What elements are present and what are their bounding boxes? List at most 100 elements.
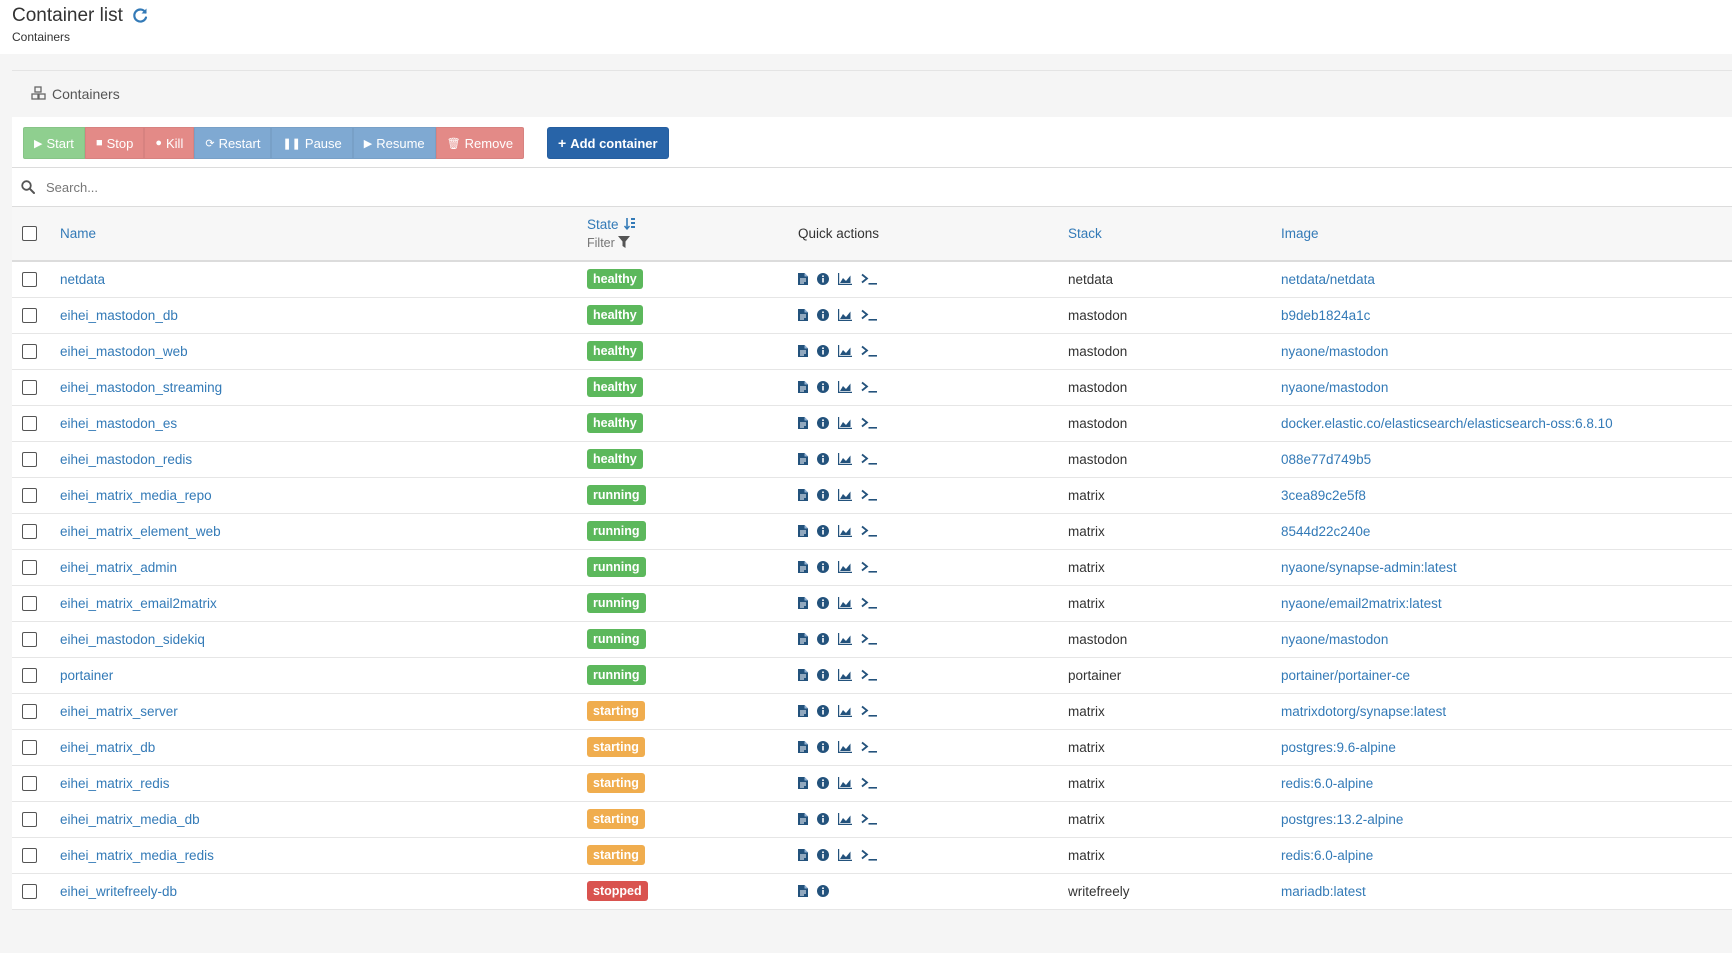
logs-icon[interactable] xyxy=(798,417,808,429)
logs-icon[interactable] xyxy=(798,885,808,897)
inspect-icon[interactable] xyxy=(817,381,829,393)
logs-icon[interactable] xyxy=(798,345,808,357)
inspect-icon[interactable] xyxy=(817,417,829,429)
inspect-icon[interactable] xyxy=(817,453,829,465)
row-select-checkbox[interactable] xyxy=(22,451,37,467)
stats-icon[interactable] xyxy=(838,417,852,429)
stats-icon[interactable] xyxy=(838,813,852,825)
row-select-checkbox[interactable] xyxy=(22,883,37,899)
container-name-link[interactable]: eihei_mastodon_es xyxy=(60,416,177,431)
container-name-link[interactable]: eihei_matrix_db xyxy=(60,740,155,755)
inspect-icon[interactable] xyxy=(817,309,829,321)
resume-button[interactable]: ▶ Resume xyxy=(352,127,436,159)
container-image-link[interactable]: matrixdotorg/synapse:latest xyxy=(1281,704,1446,719)
logs-icon[interactable] xyxy=(798,561,808,573)
row-select-checkbox[interactable] xyxy=(22,595,37,611)
logs-icon[interactable] xyxy=(798,597,808,609)
container-name-link[interactable]: netdata xyxy=(60,272,105,287)
state-sort-header[interactable]: State xyxy=(587,217,796,233)
row-select-checkbox[interactable] xyxy=(22,559,37,575)
console-icon[interactable] xyxy=(861,525,878,537)
stats-icon[interactable] xyxy=(838,489,852,501)
logs-icon[interactable] xyxy=(798,381,808,393)
container-name-link[interactable]: eihei_matrix_media_db xyxy=(60,812,200,827)
inspect-icon[interactable] xyxy=(817,561,829,573)
logs-icon[interactable] xyxy=(798,309,808,321)
row-select-checkbox[interactable] xyxy=(22,523,37,539)
stats-icon[interactable] xyxy=(838,849,852,861)
container-image-link[interactable]: nyaone/mastodon xyxy=(1281,344,1388,359)
remove-button[interactable]: 🗑 Remove xyxy=(435,127,525,159)
stats-icon[interactable] xyxy=(838,777,852,789)
container-name-link[interactable]: eihei_matrix_server xyxy=(60,704,178,719)
container-name-link[interactable]: eihei_matrix_email2matrix xyxy=(60,596,217,611)
stack-column-header[interactable]: Stack xyxy=(1067,207,1280,262)
stats-icon[interactable] xyxy=(838,525,852,537)
container-image-link[interactable]: netdata/netdata xyxy=(1281,272,1375,287)
row-select-checkbox[interactable] xyxy=(22,631,37,647)
container-name-link[interactable]: eihei_matrix_redis xyxy=(60,776,170,791)
logs-icon[interactable] xyxy=(798,813,808,825)
name-column-header[interactable]: Name xyxy=(59,207,586,262)
inspect-icon[interactable] xyxy=(817,849,829,861)
console-icon[interactable] xyxy=(861,309,878,321)
container-name-link[interactable]: eihei_mastodon_redis xyxy=(60,452,192,467)
inspect-icon[interactable] xyxy=(817,525,829,537)
stats-icon[interactable] xyxy=(838,669,852,681)
console-icon[interactable] xyxy=(861,669,878,681)
console-icon[interactable] xyxy=(861,633,878,645)
container-name-link[interactable]: eihei_mastodon_streaming xyxy=(60,380,222,395)
container-image-link[interactable]: 8544d22c240e xyxy=(1281,524,1370,539)
logs-icon[interactable] xyxy=(798,849,808,861)
logs-icon[interactable] xyxy=(798,489,808,501)
container-image-link[interactable]: nyaone/email2matrix:latest xyxy=(1281,596,1442,611)
inspect-icon[interactable] xyxy=(817,885,829,897)
container-name-link[interactable]: eihei_writefreely-db xyxy=(60,884,177,899)
refresh-icon[interactable] xyxy=(131,7,149,25)
stats-icon[interactable] xyxy=(838,309,852,321)
console-icon[interactable] xyxy=(861,381,878,393)
container-image-link[interactable]: docker.elastic.co/elasticsearch/elastics… xyxy=(1281,416,1613,431)
inspect-icon[interactable] xyxy=(817,813,829,825)
console-icon[interactable] xyxy=(861,345,878,357)
container-image-link[interactable]: 088e77d749b5 xyxy=(1281,452,1371,467)
row-select-checkbox[interactable] xyxy=(22,307,37,323)
container-name-link[interactable]: eihei_mastodon_sidekiq xyxy=(60,632,205,647)
console-icon[interactable] xyxy=(861,417,878,429)
container-name-link[interactable]: eihei_matrix_media_redis xyxy=(60,848,214,863)
logs-icon[interactable] xyxy=(798,453,808,465)
container-image-link[interactable]: b9deb1824a1c xyxy=(1281,308,1370,323)
row-select-checkbox[interactable] xyxy=(22,379,37,395)
row-select-checkbox[interactable] xyxy=(22,703,37,719)
row-select-checkbox[interactable] xyxy=(22,415,37,431)
row-select-checkbox[interactable] xyxy=(22,847,37,863)
container-image-link[interactable]: 3cea89c2e5f8 xyxy=(1281,488,1366,503)
container-name-link[interactable]: eihei_mastodon_web xyxy=(60,344,188,359)
console-icon[interactable] xyxy=(861,705,878,717)
container-image-link[interactable]: postgres:9.6-alpine xyxy=(1281,740,1396,755)
stats-icon[interactable] xyxy=(838,381,852,393)
stats-icon[interactable] xyxy=(838,597,852,609)
row-select-checkbox[interactable] xyxy=(22,811,37,827)
stats-icon[interactable] xyxy=(838,705,852,717)
kill-button[interactable]: ● Kill xyxy=(144,127,195,159)
logs-icon[interactable] xyxy=(798,525,808,537)
inspect-icon[interactable] xyxy=(817,597,829,609)
inspect-icon[interactable] xyxy=(817,273,829,286)
container-image-link[interactable]: redis:6.0-alpine xyxy=(1281,848,1373,863)
image-column-header[interactable]: Image xyxy=(1280,207,1732,262)
row-select-checkbox[interactable] xyxy=(22,487,37,503)
pause-button[interactable]: ❚❚ Pause xyxy=(271,127,353,159)
row-select-checkbox[interactable] xyxy=(22,343,37,359)
select-all-checkbox[interactable] xyxy=(22,226,37,242)
search-input[interactable] xyxy=(44,178,1648,196)
container-image-link[interactable]: mariadb:latest xyxy=(1281,884,1366,899)
logs-icon[interactable] xyxy=(798,633,808,645)
stats-icon[interactable] xyxy=(838,453,852,465)
container-name-link[interactable]: eihei_matrix_admin xyxy=(60,560,177,575)
container-image-link[interactable]: nyaone/synapse-admin:latest xyxy=(1281,560,1457,575)
inspect-icon[interactable] xyxy=(817,633,829,645)
start-button[interactable]: ▶ Start xyxy=(23,127,85,159)
row-select-checkbox[interactable] xyxy=(22,667,37,683)
console-icon[interactable] xyxy=(861,741,878,753)
